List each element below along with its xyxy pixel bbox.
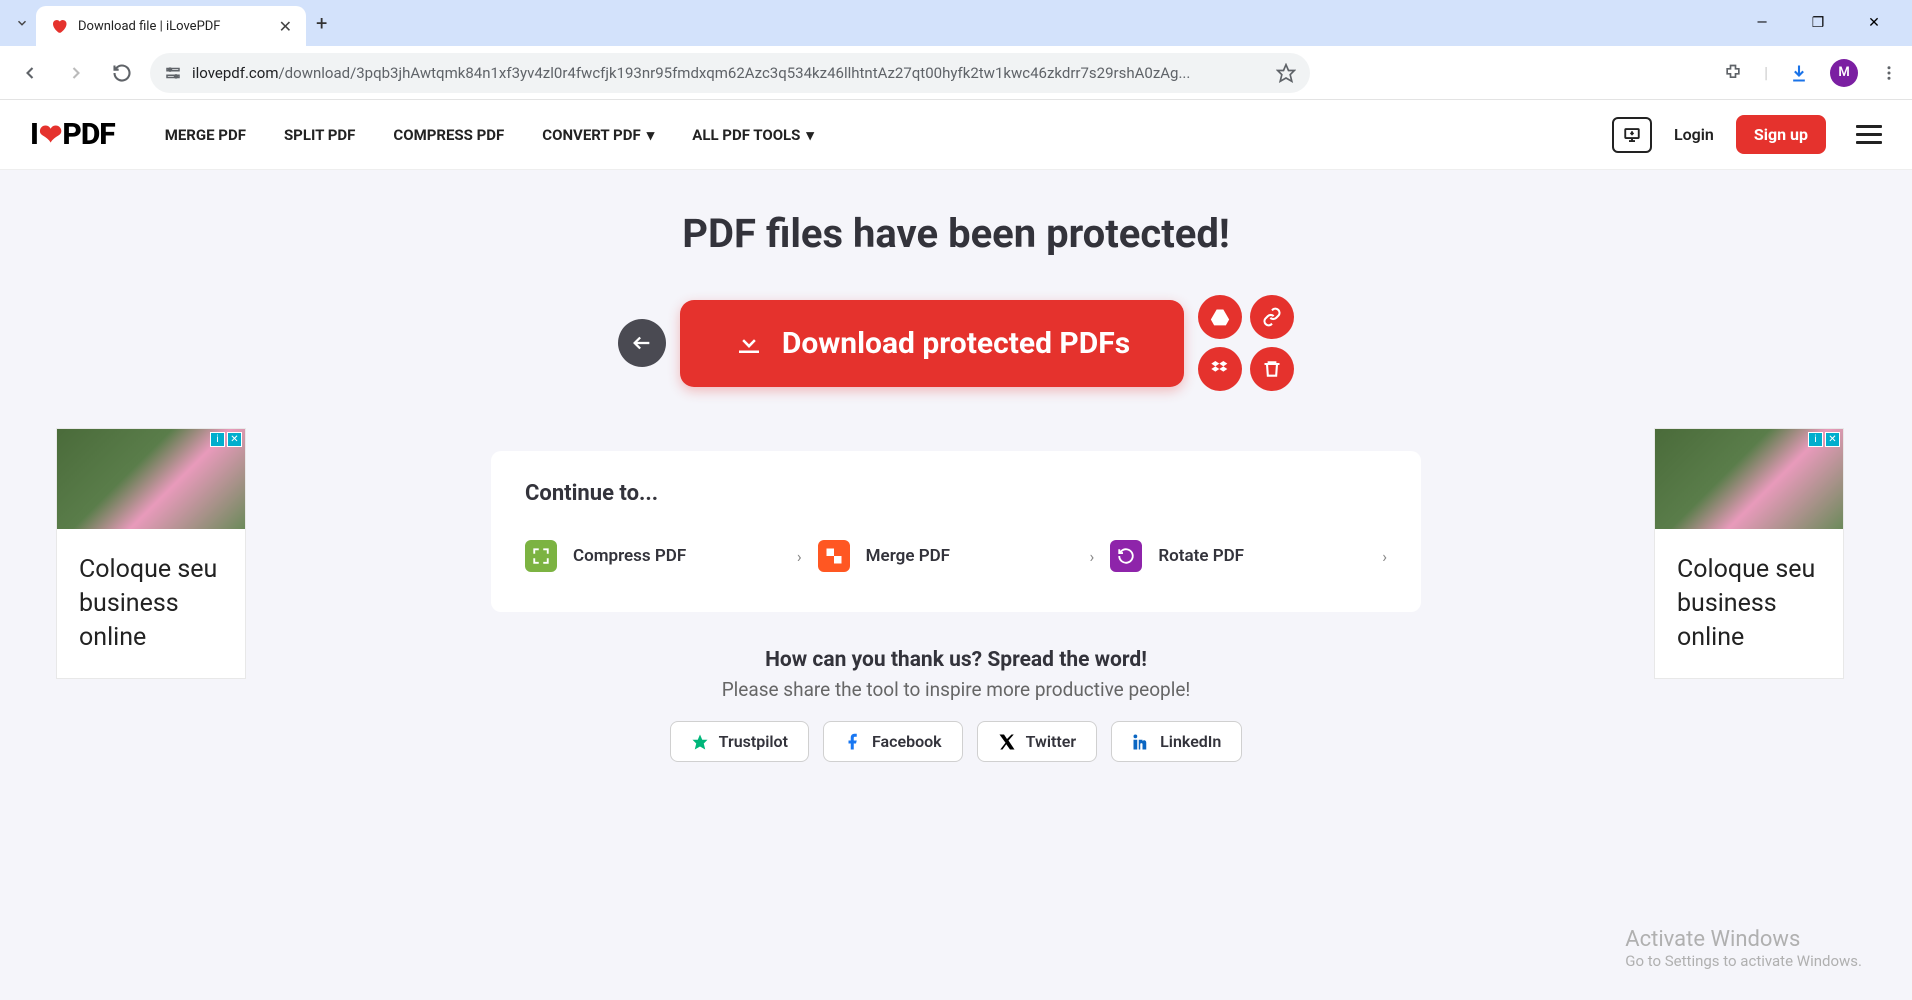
hamburger-menu-icon[interactable]: [1856, 125, 1882, 144]
browser-tab[interactable]: Download file | iLovePDF ✕: [36, 6, 306, 46]
nav-all-tools[interactable]: ALL PDF TOOLS▾: [692, 126, 814, 144]
minimize-button[interactable]: —: [1742, 15, 1782, 31]
chevron-down-icon: ▾: [647, 126, 655, 144]
ad-text: Coloque seu business online: [1655, 529, 1843, 678]
thank-heading: How can you thank us? Spread the word!: [0, 648, 1912, 672]
reload-button[interactable]: [104, 55, 140, 91]
ad-right[interactable]: i✕ Coloque seu business online: [1654, 428, 1844, 679]
facebook-icon: [844, 733, 862, 751]
window-controls: — ❐ ✕: [1742, 15, 1904, 31]
merge-icon: [818, 540, 850, 572]
tab-search-dropdown[interactable]: [8, 9, 36, 37]
twitter-icon: [998, 733, 1016, 751]
continue-merge[interactable]: Merge PDF ›: [818, 534, 1095, 578]
ad-close-icon[interactable]: ✕: [1825, 432, 1840, 447]
delete-button[interactable]: [1250, 347, 1294, 391]
download-label: Download protected PDFs: [782, 326, 1130, 361]
trustpilot-icon: [691, 733, 709, 751]
activate-windows-watermark: Activate Windows Go to Settings to activ…: [1625, 927, 1862, 970]
ad-info-icon[interactable]: i: [1808, 432, 1823, 447]
tab-title: Download file | iLovePDF: [78, 19, 269, 34]
logo[interactable]: I❤PDF: [30, 117, 115, 152]
ad-close-icon[interactable]: ✕: [227, 432, 242, 447]
bookmark-star-icon[interactable]: [1276, 63, 1296, 83]
desktop-app-button[interactable]: [1612, 117, 1652, 153]
signup-button[interactable]: Sign up: [1736, 115, 1826, 154]
download-icon: [734, 328, 764, 358]
page-title: PDF files have been protected!: [0, 210, 1912, 257]
share-linkedin[interactable]: LinkedIn: [1111, 721, 1242, 762]
copy-link-button[interactable]: [1250, 295, 1294, 339]
nav-merge[interactable]: MERGE PDF: [165, 126, 246, 144]
tab-close-icon[interactable]: ✕: [279, 17, 292, 36]
page-content: PDF files have been protected! Download …: [0, 170, 1912, 1000]
profile-avatar[interactable]: M: [1830, 59, 1858, 87]
ad-info-icon[interactable]: i: [210, 432, 225, 447]
continue-card: Continue to... Compress PDF › Merge PDF …: [491, 451, 1421, 612]
continue-compress[interactable]: Compress PDF ›: [525, 534, 802, 578]
continue-rotate[interactable]: Rotate PDF ›: [1110, 534, 1387, 578]
go-back-button[interactable]: [618, 319, 666, 367]
thank-section: How can you thank us? Spread the word! P…: [0, 648, 1912, 762]
main-nav: MERGE PDF SPLIT PDF COMPRESS PDF CONVERT…: [165, 126, 814, 144]
browser-toolbar: ilovepdf.com/download/3pqb3jhAwtqmk84n1x…: [0, 46, 1912, 100]
back-button[interactable]: [12, 55, 48, 91]
site-settings-icon[interactable]: [164, 64, 182, 82]
ad-text: Coloque seu business online: [57, 529, 245, 678]
chevron-right-icon: ›: [1382, 547, 1387, 566]
linkedin-icon: [1132, 733, 1150, 751]
save-dropbox-button[interactable]: [1198, 347, 1242, 391]
save-drive-button[interactable]: [1198, 295, 1242, 339]
download-button[interactable]: Download protected PDFs: [680, 300, 1184, 387]
extensions-icon[interactable]: [1722, 62, 1744, 84]
nav-compress[interactable]: COMPRESS PDF: [393, 126, 504, 144]
share-trustpilot[interactable]: Trustpilot: [670, 721, 809, 762]
ad-image: i✕: [1655, 429, 1843, 529]
site-header: I❤PDF MERGE PDF SPLIT PDF COMPRESS PDF C…: [0, 100, 1912, 170]
heart-icon: ❤: [39, 118, 61, 151]
share-facebook[interactable]: Facebook: [823, 721, 963, 762]
chevron-right-icon: ›: [1090, 547, 1095, 566]
download-row: Download protected PDFs: [0, 295, 1912, 391]
browser-menu-icon[interactable]: [1878, 62, 1900, 84]
compress-icon: [525, 540, 557, 572]
browser-tab-strip: Download file | iLovePDF ✕ + — ❐ ✕: [0, 0, 1912, 46]
url-text: ilovepdf.com/download/3pqb3jhAwtqmk84n1x…: [192, 64, 1266, 82]
side-actions: [1198, 295, 1294, 391]
ad-left[interactable]: i✕ Coloque seu business online: [56, 428, 246, 679]
ad-image: i✕: [57, 429, 245, 529]
rotate-icon: [1110, 540, 1142, 572]
chevron-down-icon: ▾: [806, 126, 814, 144]
new-tab-button[interactable]: +: [316, 11, 327, 35]
maximize-button[interactable]: ❐: [1798, 15, 1838, 31]
nav-convert[interactable]: CONVERT PDF▾: [542, 126, 654, 144]
login-button[interactable]: Login: [1674, 125, 1714, 144]
forward-button[interactable]: [58, 55, 94, 91]
tab-favicon-icon: [50, 17, 68, 35]
close-window-button[interactable]: ✕: [1854, 15, 1894, 31]
share-twitter[interactable]: Twitter: [977, 721, 1098, 762]
thank-subheading: Please share the tool to inspire more pr…: [0, 678, 1912, 701]
downloads-icon[interactable]: [1788, 62, 1810, 84]
nav-split[interactable]: SPLIT PDF: [284, 126, 355, 144]
continue-title: Continue to...: [525, 481, 1387, 506]
address-bar[interactable]: ilovepdf.com/download/3pqb3jhAwtqmk84n1x…: [150, 53, 1310, 93]
chevron-right-icon: ›: [797, 547, 802, 566]
